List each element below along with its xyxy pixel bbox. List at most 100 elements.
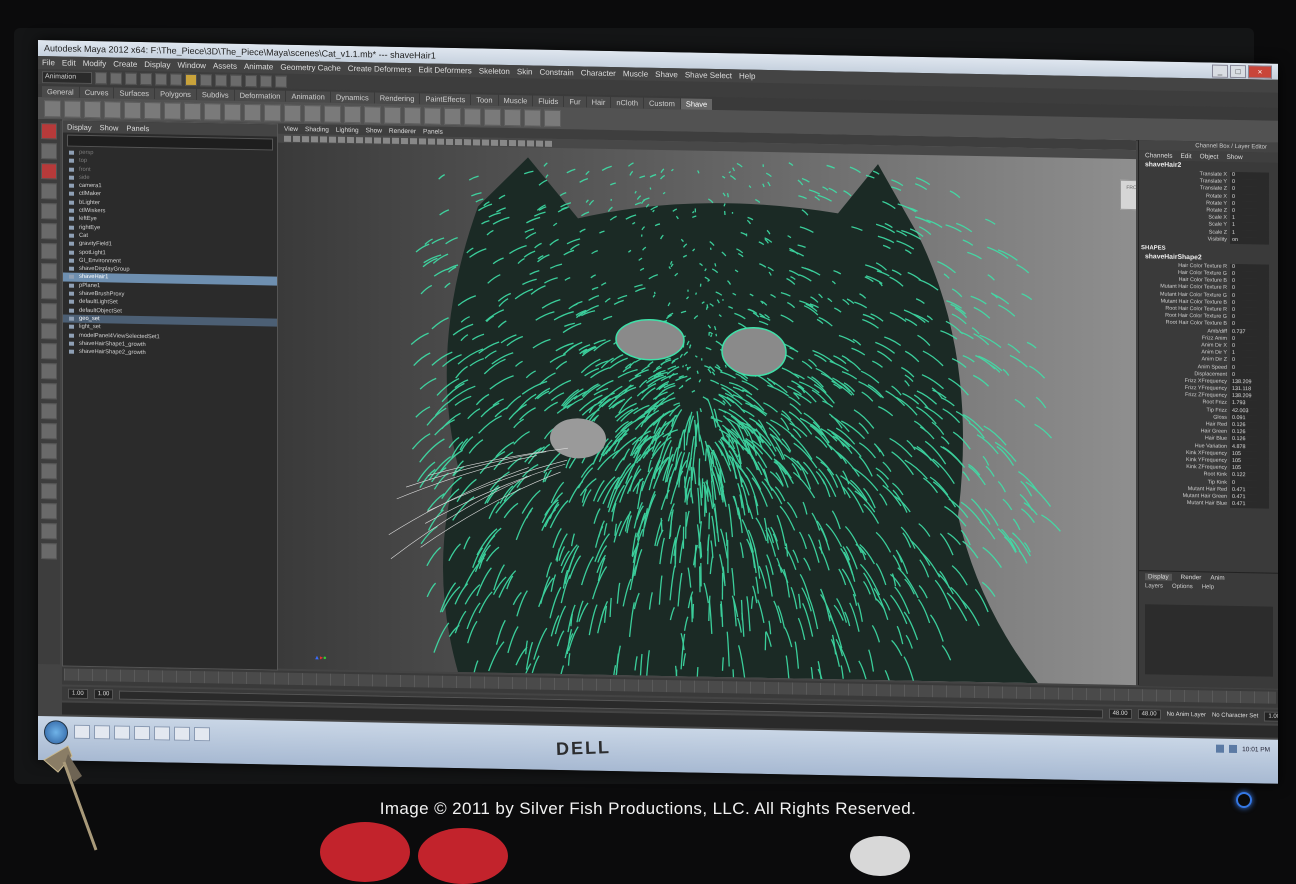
shelf-tool-icon[interactable] — [524, 108, 541, 127]
viewport-tool-icon[interactable] — [383, 137, 390, 144]
menu-edit[interactable]: Edit — [62, 58, 76, 67]
shelf-tool-icon[interactable] — [364, 105, 381, 124]
ipr-render-icon[interactable] — [260, 74, 272, 87]
layer-tab-display[interactable]: Display — [1145, 572, 1172, 581]
toolbox-tool-icon[interactable] — [41, 523, 57, 540]
shelf-tab-subdivs[interactable]: Subdivs — [196, 89, 234, 101]
viewport-tool-icon[interactable] — [311, 135, 318, 142]
minimize-button[interactable]: _ — [1212, 64, 1228, 78]
menu-create[interactable]: Create — [113, 59, 137, 68]
shelf-tab-dynamics[interactable]: Dynamics — [330, 91, 374, 104]
menu-geometry-cache[interactable]: Geometry Cache — [280, 63, 340, 73]
maya-taskbar-icon[interactable] — [134, 725, 150, 741]
shelf-tool-icon[interactable] — [464, 107, 481, 126]
menu-constrain[interactable]: Constrain — [539, 68, 573, 78]
menu-edit-deformers[interactable]: Edit Deformers — [418, 65, 471, 75]
shelf-tab-ncloth[interactable]: nCloth — [611, 97, 644, 109]
shelf-tab-muscle[interactable]: Muscle — [498, 94, 533, 107]
shelf-tool-icon[interactable] — [504, 108, 521, 126]
shelf-tool-icon[interactable] — [424, 106, 441, 125]
shelf-tab-polygons[interactable]: Polygons — [155, 88, 196, 101]
new-scene-icon[interactable] — [95, 71, 107, 84]
shelf-tool-icon[interactable] — [324, 104, 341, 123]
viewport-menu-view[interactable]: View — [284, 125, 298, 132]
shelf-tool-icon[interactable] — [344, 105, 361, 123]
shelf-tab-general[interactable]: General — [42, 86, 79, 98]
shelf-tab-animation[interactable]: Animation — [286, 90, 330, 103]
outliner-menu-show[interactable]: Show — [100, 123, 119, 132]
outliner-search-input[interactable] — [67, 134, 273, 151]
toolbox-tool-icon[interactable] — [41, 243, 57, 260]
toolbox-tool-icon[interactable] — [41, 343, 57, 360]
clock[interactable]: 10:01 PM — [1242, 746, 1270, 754]
render-current-icon[interactable] — [245, 74, 257, 87]
viewport-tool-icon[interactable] — [392, 137, 399, 144]
menu-assets[interactable]: Assets — [213, 61, 237, 70]
shelf-tab-hair[interactable]: Hair — [586, 96, 611, 108]
menu-muscle[interactable]: Muscle — [623, 69, 648, 78]
viewport-menu-shading[interactable]: Shading — [305, 126, 329, 133]
photoshop-taskbar-icon[interactable] — [154, 726, 170, 741]
menu-modify[interactable]: Modify — [83, 59, 107, 68]
toolbox-tool-icon[interactable] — [41, 123, 57, 140]
viewport-tool-icon[interactable] — [527, 139, 534, 147]
layer-menu-help[interactable]: Help — [1202, 584, 1214, 590]
toolbox-tool-icon[interactable] — [41, 283, 57, 300]
viewport-tool-icon[interactable] — [401, 137, 408, 144]
layer-tab-anim[interactable]: Anim — [1210, 574, 1224, 581]
range-end-field[interactable]: 48.00 — [1137, 709, 1161, 720]
viewport-tool-icon[interactable] — [536, 140, 543, 147]
viewport-tool-icon[interactable] — [410, 137, 417, 144]
menu-skin[interactable]: Skin — [517, 67, 533, 76]
toolbox-tool-icon[interactable] — [41, 303, 57, 320]
viewport-tool-icon[interactable] — [545, 140, 552, 147]
viewport-tool-icon[interactable] — [329, 136, 336, 143]
viewport-tool-icon[interactable] — [284, 135, 291, 142]
folder-taskbar-icon[interactable] — [174, 726, 190, 741]
perspective-viewport[interactable]: View Shading Lighting Show Renderer Panels FR… — [278, 123, 1136, 686]
character-set-select[interactable]: No Character Set — [1212, 713, 1258, 720]
shelf-tool-icon[interactable] — [64, 99, 81, 118]
layer-tab-render[interactable]: Render — [1181, 573, 1202, 580]
toolbox-tool-icon[interactable] — [41, 323, 57, 340]
shelf-tool-icon[interactable] — [204, 102, 221, 121]
viewport-tool-icon[interactable] — [482, 139, 489, 146]
viewport-tool-icon[interactable] — [302, 135, 309, 142]
viewport-tool-icon[interactable] — [419, 137, 426, 144]
viewport-menu-lighting[interactable]: Lighting — [336, 126, 359, 133]
toolbox-tool-icon[interactable] — [41, 503, 57, 520]
maximize-button[interactable]: □ — [1230, 64, 1246, 78]
toolbox-tool-icon[interactable] — [41, 363, 57, 380]
viewport-menu-renderer[interactable]: Renderer — [389, 127, 416, 135]
shelf-tab-rendering[interactable]: Rendering — [374, 92, 420, 105]
shelf-tool-icon[interactable] — [124, 101, 141, 119]
shelf-tool-icon[interactable] — [404, 106, 421, 124]
snap-curve-icon[interactable] — [200, 73, 212, 86]
menu-file[interactable]: File — [42, 58, 55, 67]
toolbox-tool-icon[interactable] — [41, 383, 57, 400]
toolbox-tool-icon[interactable] — [41, 543, 57, 560]
shelf-tab-curves[interactable]: Curves — [79, 86, 114, 99]
shelf-tab-toon[interactable]: Toon — [471, 94, 498, 106]
shelf-tab-custom[interactable]: Custom — [644, 97, 680, 110]
browser-taskbar-icon[interactable] — [94, 725, 110, 740]
viewport-tool-icon[interactable] — [347, 136, 354, 143]
view-cube[interactable]: FRONT — [1120, 179, 1136, 211]
select-hierarchy-icon[interactable] — [140, 72, 152, 85]
shelf-tool-icon[interactable] — [484, 108, 501, 126]
viewport-tool-icon[interactable] — [374, 136, 381, 144]
toolbox-tool-icon[interactable] — [41, 443, 57, 460]
menu-display[interactable]: Display — [144, 60, 170, 70]
start-button[interactable] — [44, 720, 68, 745]
menu-shave-select[interactable]: Shave Select — [685, 70, 732, 80]
viewport-tool-icon[interactable] — [464, 138, 471, 145]
viewport-tool-icon[interactable] — [518, 139, 525, 146]
viewport-tool-icon[interactable] — [500, 139, 507, 146]
render-settings-icon[interactable] — [275, 75, 287, 88]
toolbox-tool-icon[interactable] — [41, 423, 57, 440]
viewport-tool-icon[interactable] — [455, 138, 462, 145]
toolbox-tool-icon[interactable] — [41, 163, 57, 180]
menu-character[interactable]: Character — [581, 68, 616, 78]
toolbox-tool-icon[interactable] — [41, 463, 57, 480]
shelf-tool-icon[interactable] — [544, 109, 561, 127]
